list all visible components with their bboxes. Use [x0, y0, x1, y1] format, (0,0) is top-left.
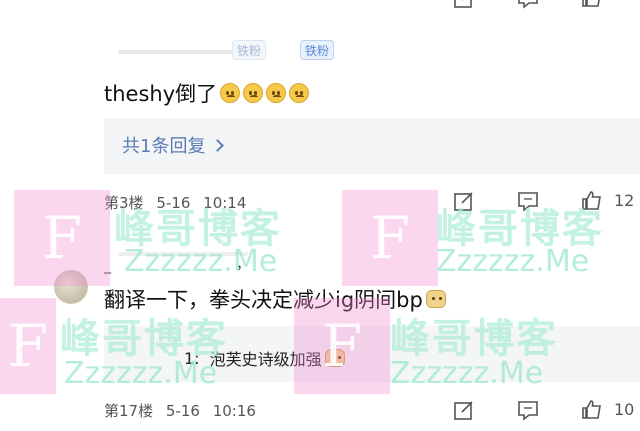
watermark-subtitle: Zzzzzz.Me: [124, 244, 278, 279]
sad-face-emoji: [243, 83, 264, 103]
watermark-subtitle: Zzzzzz.Me: [390, 356, 544, 391]
fan-badge: 铁粉: [300, 40, 335, 60]
like-count: 10: [614, 400, 635, 419]
floor17-actions: 10: [0, 398, 640, 422]
edit-icon[interactable]: [452, 0, 478, 10]
watermark-logo: F: [294, 298, 390, 394]
like-icon[interactable]: [580, 0, 606, 10]
comment-body: theshy倒了: [104, 82, 218, 106]
watermark-subtitle: Zzzzzz.Me: [436, 244, 590, 279]
edit-icon[interactable]: [452, 398, 478, 422]
chevron-right-icon: [211, 138, 225, 152]
like-icon[interactable]: [580, 398, 606, 422]
sad-face-emoji: [266, 83, 287, 103]
reply-count-link[interactable]: 共1条回复: [122, 132, 225, 158]
like-count: 12: [614, 191, 635, 210]
comment-icon[interactable]: [516, 398, 542, 422]
reply-summary-box[interactable]: 共1条回复: [104, 118, 640, 174]
watermark-subtitle: Zzzzzz.Me: [64, 356, 218, 391]
sad-face-emoji: [220, 83, 241, 103]
comment-icon[interactable]: [516, 0, 542, 10]
comment-text: theshy倒了: [104, 78, 310, 108]
fan-badge: 铁粉: [232, 40, 267, 60]
sad-face-emoji: [289, 83, 310, 103]
watermark-logo: F: [14, 190, 110, 286]
previous-floor-actions: [0, 0, 640, 10]
post-a-username-blur: [118, 50, 238, 54]
watermark-logo: F: [342, 190, 438, 286]
watermark-logo: F: [0, 298, 56, 394]
reply-count-label: 共1条回复: [122, 136, 206, 157]
